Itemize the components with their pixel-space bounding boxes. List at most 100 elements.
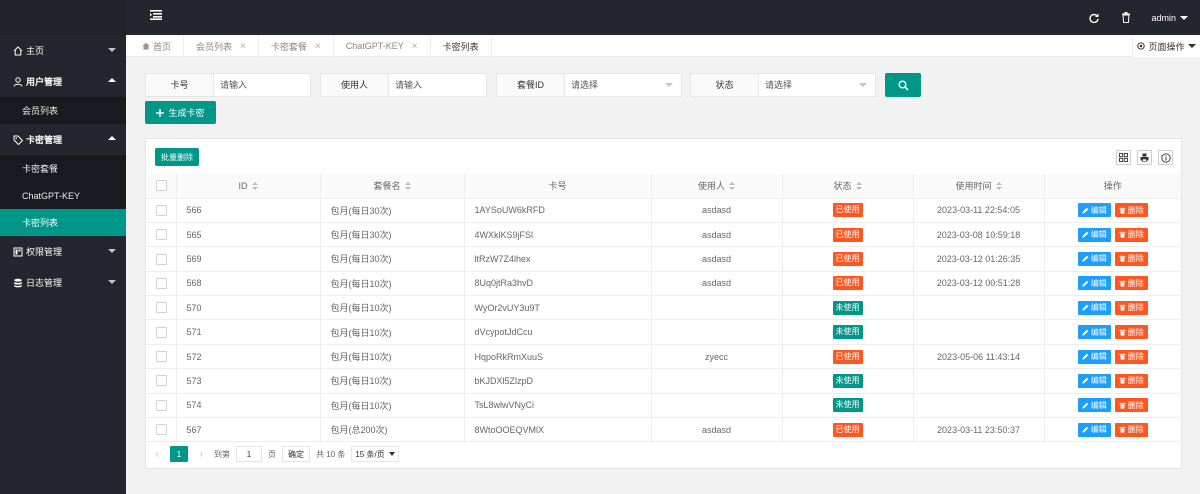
menu-toggle-icon[interactable] [150, 10, 166, 24]
refresh-icon[interactable] [1087, 11, 1101, 25]
batch-delete-button[interactable]: 批量删除 [155, 148, 199, 166]
row-checkbox[interactable] [156, 302, 167, 314]
delete-button[interactable]: 删除 [1114, 349, 1148, 364]
prev-page-icon[interactable]: ‹ [150, 449, 164, 460]
sort-icon[interactable] [729, 182, 735, 191]
edit-button[interactable]: 编辑 [1077, 398, 1111, 413]
column-header-plan[interactable]: 套餐名 [320, 174, 465, 199]
row-checkbox[interactable] [156, 253, 167, 265]
chevron-down-icon [388, 452, 395, 456]
card-number-input[interactable]: 请输入 [214, 74, 310, 96]
row-checkbox[interactable] [156, 326, 167, 338]
close-icon[interactable]: × [315, 41, 321, 52]
row-select-cell [146, 344, 177, 370]
status-cell: 已使用 [782, 198, 914, 223]
sort-icon[interactable] [995, 182, 1002, 191]
status-select[interactable]: 请选择 [759, 74, 875, 96]
sidebar-item-logs[interactable]: 日志管理 [0, 267, 126, 298]
print-icon[interactable] [1137, 150, 1152, 165]
row-checkbox[interactable] [156, 351, 167, 363]
delete-button[interactable]: 删除 [1114, 300, 1148, 315]
delete-button[interactable]: 删除 [1114, 325, 1148, 340]
edit-button[interactable]: 编辑 [1077, 251, 1111, 266]
delete-button[interactable]: 删除 [1114, 203, 1148, 218]
columns-filter-icon[interactable] [1116, 150, 1131, 165]
tab-home[interactable]: 首页 [126, 35, 185, 57]
sort-icon[interactable] [855, 182, 862, 191]
edit-button[interactable]: 编辑 [1077, 325, 1111, 340]
row-checkbox[interactable] [156, 399, 167, 411]
edit-button[interactable]: 编辑 [1077, 422, 1111, 437]
column-header-id[interactable]: ID [176, 174, 321, 199]
close-icon[interactable]: × [240, 41, 246, 52]
delete-button[interactable]: 删除 [1114, 251, 1148, 266]
plan-cell: 包月(每日10次) [320, 344, 465, 370]
status-badge: 未使用 [832, 300, 863, 315]
column-header-status[interactable]: 状态 [782, 174, 914, 199]
id-cell: 570 [176, 295, 321, 321]
card-cell: ltRzW7Z4lhex [464, 246, 652, 272]
card-cell: bKJDXl5ZlzpD [464, 368, 652, 394]
sidebar-item-home[interactable]: 主页 [0, 35, 126, 66]
goto-confirm-button[interactable]: 确定 [282, 446, 310, 462]
delete-button[interactable]: 删除 [1114, 398, 1148, 413]
goto-page-input[interactable]: 1 [236, 446, 262, 462]
generate-card-button[interactable]: 生成卡密 [145, 101, 216, 124]
trash-icon [1119, 329, 1126, 336]
edit-button[interactable]: 编辑 [1077, 227, 1111, 242]
column-header-card: 卡号 [464, 174, 652, 199]
delete-button[interactable]: 删除 [1114, 373, 1148, 388]
trash-icon [1119, 402, 1126, 409]
sidebar-item-member-list[interactable]: 会员列表 [0, 97, 126, 124]
id-cell: 572 [176, 344, 321, 370]
page-size-select[interactable]: 15 条/页 [351, 446, 399, 462]
select-all-checkbox[interactable] [156, 180, 167, 192]
edit-button[interactable]: 编辑 [1077, 349, 1111, 364]
page-number-current[interactable]: 1 [170, 446, 188, 462]
status-cell: 未使用 [782, 295, 914, 321]
sidebar-item-card-plans[interactable]: 卡密套餐 [0, 155, 126, 182]
column-header-time[interactable]: 使用时间 [913, 174, 1045, 199]
trash-icon [1119, 378, 1126, 384]
info-icon[interactable] [1158, 150, 1173, 165]
next-page-icon[interactable]: › [194, 449, 208, 460]
sort-icon[interactable] [404, 182, 411, 191]
close-icon[interactable]: × [412, 41, 418, 52]
sidebar-item-permission[interactable]: 权限管理 [0, 236, 126, 267]
select-all-cell [146, 174, 177, 199]
row-checkbox[interactable] [156, 375, 167, 387]
delete-label: 删除 [1127, 230, 1144, 240]
edit-button[interactable]: 编辑 [1077, 300, 1111, 315]
delete-button[interactable]: 删除 [1114, 276, 1148, 291]
search-button[interactable] [885, 73, 921, 97]
edit-button[interactable]: 编辑 [1077, 276, 1111, 291]
tab-card-list[interactable]: 卡密列表 [431, 35, 492, 57]
page-operations-menu[interactable]: 页面操作 [1132, 35, 1200, 57]
admin-menu[interactable]: admin [1151, 13, 1188, 23]
user-input[interactable]: 请输入 [389, 74, 486, 96]
sidebar-item-card-management[interactable]: 卡密管理 [0, 124, 126, 155]
delete-button[interactable]: 删除 [1114, 227, 1148, 242]
id-cell: 565 [176, 222, 321, 248]
row-checkbox[interactable] [156, 204, 167, 216]
tab-member-list[interactable]: 会员列表 × [184, 35, 259, 57]
trash-icon[interactable] [1119, 11, 1133, 25]
edit-button[interactable]: 编辑 [1077, 203, 1111, 218]
row-checkbox[interactable] [156, 229, 167, 241]
tab-card-plans[interactable]: 卡密套餐 × [259, 35, 334, 57]
plan-id-select[interactable]: 请选择 [565, 74, 681, 96]
sort-icon[interactable] [251, 181, 258, 191]
pencil-icon [1082, 378, 1089, 384]
column-header-user[interactable]: 使用人 [651, 174, 783, 199]
tab-chatgpt-key[interactable]: ChatGPT-KEY × [334, 35, 431, 57]
sidebar-item-chatgpt-key[interactable]: ChatGPT-KEY [0, 182, 126, 209]
row-checkbox[interactable] [156, 277, 167, 289]
delete-label: 删除 [1127, 254, 1144, 264]
sidebar-item-card-list[interactable]: 卡密列表 [0, 209, 126, 236]
sidebar-item-user-management[interactable]: 用户管理 [0, 66, 126, 97]
plan-cell: 包月(每日10次) [320, 368, 465, 394]
edit-button[interactable]: 编辑 [1077, 373, 1111, 388]
goto-label: 到第 [214, 449, 230, 459]
row-checkbox[interactable] [156, 424, 167, 436]
delete-button[interactable]: 删除 [1114, 422, 1148, 437]
